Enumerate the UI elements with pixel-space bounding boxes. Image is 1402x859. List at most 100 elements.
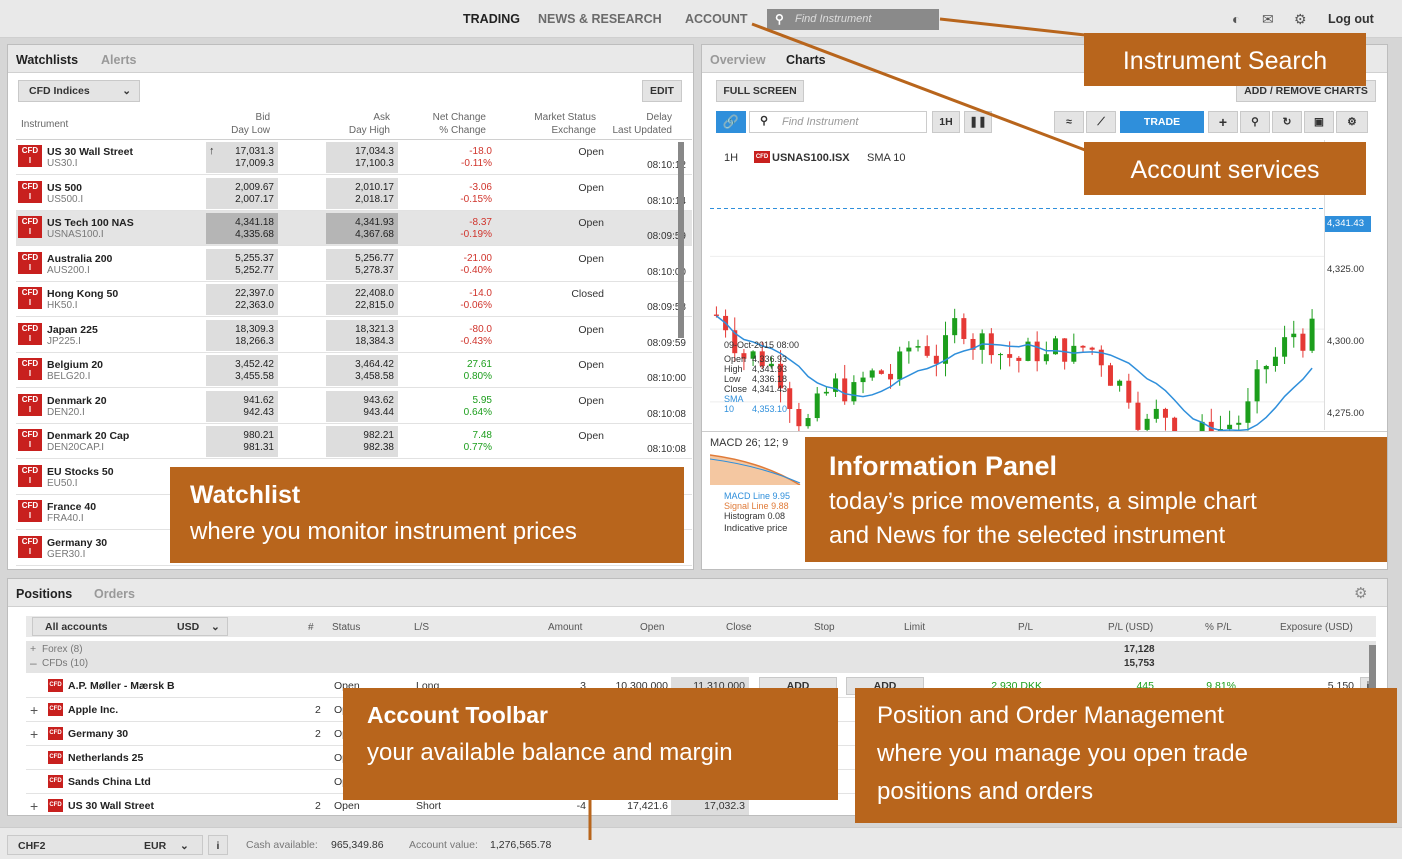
col-header[interactable]: Exposure (USD) bbox=[1280, 622, 1353, 633]
candle bbox=[1172, 417, 1178, 431]
col-header[interactable]: Limit bbox=[904, 622, 925, 633]
cfd-icon: CFD I bbox=[18, 251, 42, 274]
col-instrument[interactable]: Instrument bbox=[21, 119, 68, 130]
link-icon[interactable]: 🔗 bbox=[716, 111, 746, 133]
bid-price[interactable]: 5,255.37 5,252.77 bbox=[206, 248, 278, 280]
trade-button[interactable]: TRADE bbox=[1120, 111, 1204, 133]
reset-icon[interactable]: ↻ bbox=[1272, 111, 1302, 133]
group-forex[interactable]: Forex (8) bbox=[42, 644, 83, 655]
ask-price[interactable]: 4,341.93 4,367.68 bbox=[326, 213, 398, 244]
col-header[interactable]: L/S bbox=[414, 622, 429, 633]
col-header[interactable]: Open bbox=[640, 622, 664, 633]
col-header[interactable]: Status bbox=[332, 622, 360, 633]
full-screen-button[interactable]: FULL SCREEN bbox=[716, 80, 804, 102]
nav-news-research[interactable]: NEWS & RESEARCH bbox=[538, 12, 662, 26]
watchlist-row[interactable]: CFD I US 30 Wall Street US30.I 17,031.3 17,… bbox=[16, 140, 692, 175]
bid-price[interactable]: 22,397.0 22,363.0 bbox=[206, 284, 278, 315]
watchlist-row[interactable]: CFD I Belgium 20 BELG20.I 3,452.42 3,455.58… bbox=[16, 353, 692, 388]
bid-price[interactable]: 17,031.3 17,009.3 bbox=[206, 142, 278, 173]
ask-price[interactable]: 22,408.0 22,815.0 bbox=[326, 284, 398, 315]
bid-price[interactable]: 980.21 981.31 bbox=[206, 426, 278, 457]
zoom-icon[interactable]: ⚲ bbox=[1240, 111, 1270, 133]
bid-price[interactable]: 941.62 942.43 bbox=[206, 390, 278, 422]
edit-button[interactable]: EDIT bbox=[642, 80, 682, 102]
price-chart[interactable] bbox=[710, 169, 1324, 431]
chart-settings-icon[interactable]: ⚙ bbox=[1336, 111, 1368, 133]
watchlist-selector[interactable]: CFD Indices ⌄ bbox=[18, 80, 140, 102]
col-header[interactable]: # bbox=[308, 622, 314, 633]
account-selector[interactable]: All accounts USD ⌄ bbox=[32, 617, 228, 636]
watchlist-row[interactable]: CFD I Denmark 20 Cap DEN20CAP.I 980.21 981.… bbox=[16, 424, 692, 459]
info-icon[interactable]: i bbox=[208, 835, 228, 855]
last-updated: 08:10:08 bbox=[647, 408, 686, 420]
group-cfds[interactable]: CFDs (10) bbox=[42, 658, 88, 669]
col-market-status[interactable]: Market Status bbox=[508, 112, 596, 123]
tab-charts[interactable]: Charts bbox=[786, 53, 826, 67]
nav-trading[interactable]: TRADING bbox=[463, 12, 520, 26]
watchlist-row[interactable]: CFD I Australia 200 AUS200.I 5,255.37 5,252… bbox=[16, 247, 692, 282]
watchlist-row[interactable]: CFD I US 500 US500.I 2,009.67 2,007.17 2,01… bbox=[16, 176, 692, 211]
col-header[interactable]: Close bbox=[726, 622, 752, 633]
contrast-icon[interactable]: ◐ bbox=[1232, 11, 1240, 27]
chart-search-input[interactable]: ⚲ Find Instrument bbox=[749, 111, 927, 133]
logout-link[interactable]: Log out bbox=[1328, 12, 1374, 26]
indicators-icon[interactable]: ≈ bbox=[1054, 111, 1084, 133]
bid-price[interactable]: 4,341.18 4,335.68 bbox=[206, 213, 278, 244]
bid-price[interactable]: 3,452.42 3,455.58 bbox=[206, 355, 278, 386]
watchlist-row[interactable]: CFD I Japan 225 JP225.I 18,309.3 18,266.3 1… bbox=[16, 318, 692, 353]
candle bbox=[1062, 338, 1068, 362]
expand-icon[interactable]: + bbox=[30, 643, 36, 655]
watchlist-row[interactable]: CFD I Denmark 20 DEN20.I 941.62 942.43 943.… bbox=[16, 389, 692, 424]
nav-account[interactable]: ACCOUNT bbox=[685, 12, 748, 26]
expand-icon[interactable]: + bbox=[30, 798, 38, 814]
ask-price[interactable]: 18,321.3 18,384.3 bbox=[326, 319, 398, 351]
tab-overview[interactable]: Overview bbox=[710, 53, 766, 67]
ask-price[interactable]: 3,464.42 3,458.58 bbox=[326, 355, 398, 386]
col-delay[interactable]: Delay bbox=[608, 112, 672, 123]
watchlist-row[interactable]: CFD I US Tech 100 NAS USNAS100.I 4,341.18 4… bbox=[16, 211, 692, 246]
net-change: -80.0 -0.43% bbox=[460, 323, 492, 347]
candle bbox=[842, 378, 848, 402]
mail-icon[interactable]: ✉ bbox=[1262, 11, 1274, 28]
col-header[interactable]: P/L bbox=[1018, 622, 1033, 633]
net-change: 7.48 0.77% bbox=[463, 430, 492, 453]
tab-watchlists[interactable]: Watchlists bbox=[16, 53, 78, 67]
ask-price[interactable]: 982.21 982.38 bbox=[326, 426, 398, 457]
ask-price[interactable]: 2,010.17 2,018.17 bbox=[326, 177, 398, 209]
ask-price[interactable]: 5,256.77 5,278.37 bbox=[326, 248, 398, 280]
col-ask[interactable]: Ask bbox=[328, 112, 390, 123]
col-net-change[interactable]: Net Change bbox=[408, 112, 486, 123]
watchlist-row[interactable]: CFD I Hong Kong 50 HK50.I 22,397.0 22,363.0… bbox=[16, 282, 692, 317]
expand-icon[interactable]: + bbox=[30, 726, 38, 742]
candle bbox=[1016, 357, 1022, 361]
gear-icon[interactable]: ⚙ bbox=[1354, 584, 1367, 602]
draw-line-icon[interactable]: ⟋ bbox=[1086, 111, 1116, 133]
expand-icon[interactable]: + bbox=[30, 702, 38, 718]
candle-type-icon[interactable]: ❚❚ bbox=[964, 111, 992, 133]
candle bbox=[1282, 337, 1288, 357]
bid-price[interactable]: 18,309.3 18,266.3 bbox=[206, 319, 278, 351]
bid-price[interactable]: 2,009.67 2,007.17 bbox=[206, 177, 278, 209]
tab-positions[interactable]: Positions bbox=[16, 587, 72, 601]
ask-price[interactable]: 943.62 943.44 bbox=[326, 390, 398, 422]
col-header[interactable]: % P/L bbox=[1205, 622, 1232, 633]
watchlist-scrollbar[interactable] bbox=[678, 142, 684, 338]
col-header[interactable]: Stop bbox=[814, 622, 835, 633]
timeframe-button[interactable]: 1H bbox=[932, 111, 960, 133]
ask-price[interactable]: 17,034.3 17,100.3 bbox=[326, 142, 398, 173]
camera-icon[interactable]: ▣ bbox=[1304, 111, 1334, 133]
collapse-icon[interactable]: – bbox=[30, 656, 37, 670]
col-bid[interactable]: Bid bbox=[208, 112, 270, 123]
account-value: 1,276,565.78 bbox=[490, 839, 552, 851]
last-updated: 08:10:12 bbox=[647, 160, 686, 171]
tab-orders[interactable]: Orders bbox=[94, 587, 135, 601]
crosshair-icon[interactable]: + bbox=[1208, 111, 1238, 133]
col-header[interactable]: Amount bbox=[548, 622, 582, 633]
account-currency-selector[interactable]: CHF2 EUR ⌄ bbox=[7, 835, 203, 855]
instrument-search-input[interactable]: ⚲ Find Instrument bbox=[767, 9, 939, 30]
annotation-account-services: Account services bbox=[1084, 142, 1366, 195]
gear-icon[interactable]: ⚙ bbox=[1294, 11, 1307, 28]
arrow-up-icon: ↑ bbox=[209, 145, 215, 157]
col-header[interactable]: P/L (USD) bbox=[1108, 622, 1153, 633]
tab-alerts[interactable]: Alerts bbox=[101, 53, 136, 67]
